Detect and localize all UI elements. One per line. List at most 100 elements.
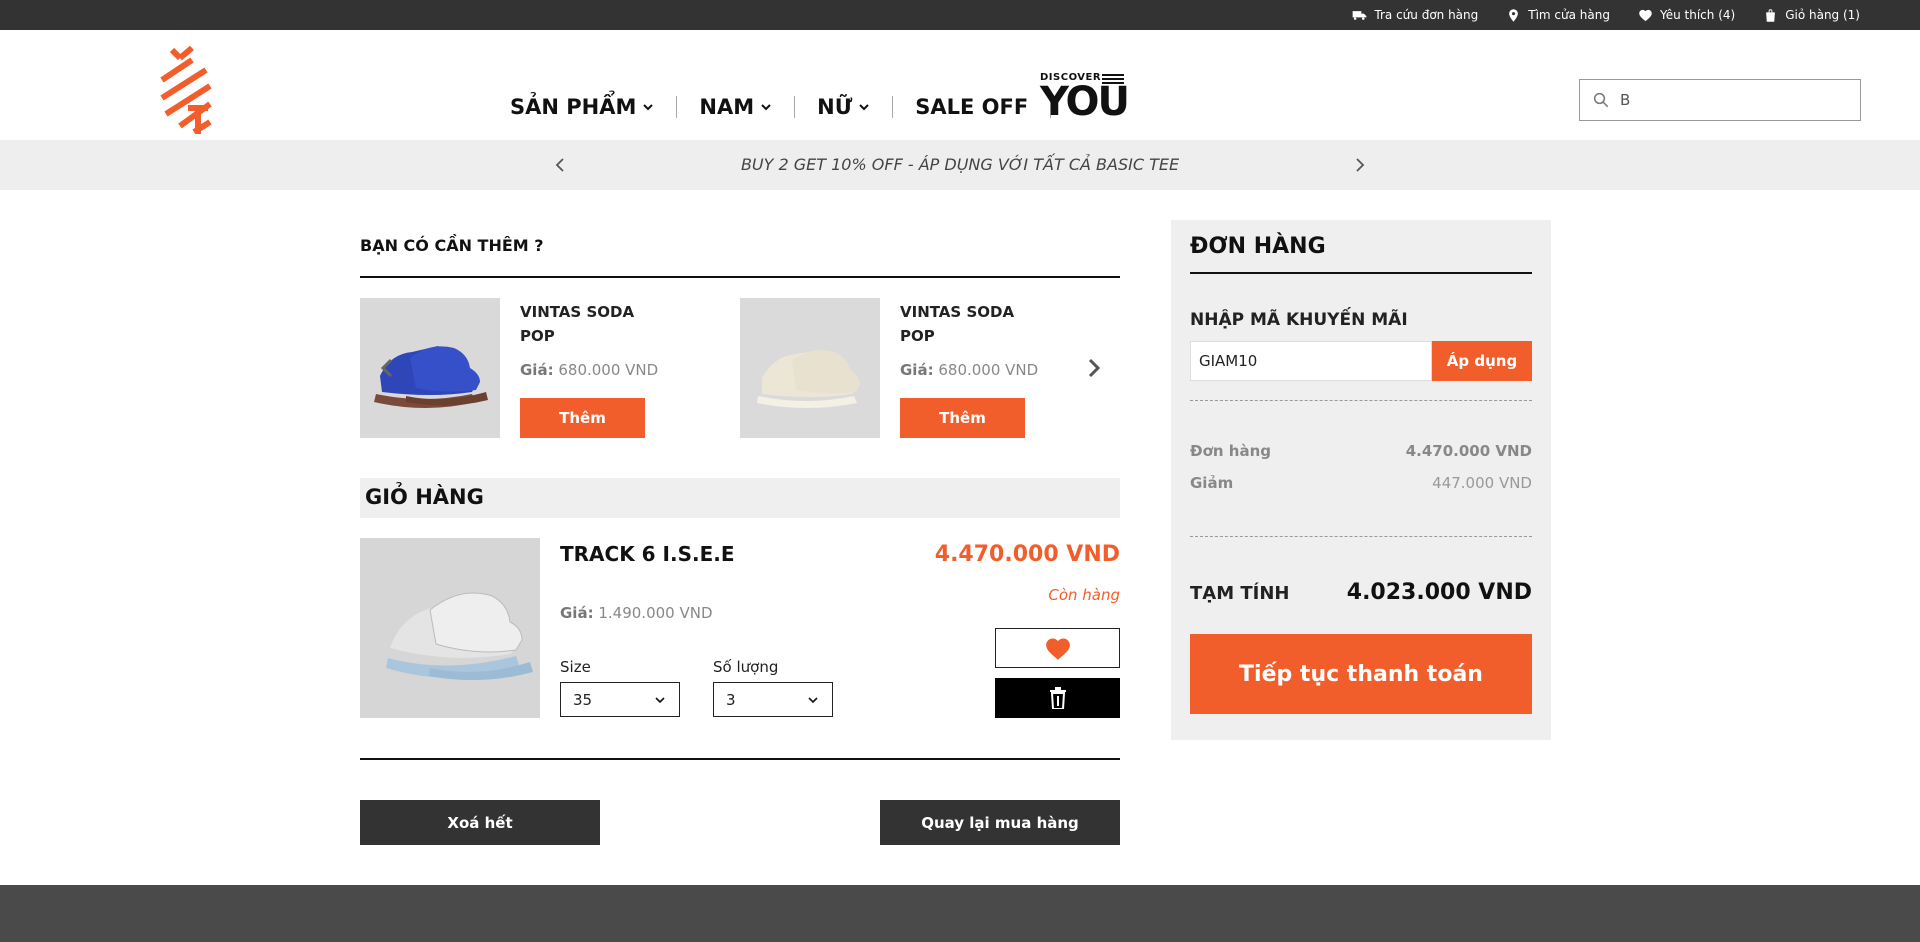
order-summary: ĐƠN HÀNG NHẬP MÃ KHUYẾN MÃI Áp dụng Đơn …: [1171, 220, 1551, 740]
map-pin-icon: [1509, 8, 1519, 22]
discover-you-logo[interactable]: DISCOVER YOU: [1040, 72, 1130, 125]
product-price: Giá: 680.000 VND: [520, 361, 658, 379]
wishlist-link[interactable]: Yêu thích (4): [1638, 8, 1735, 23]
heart-icon: [1045, 638, 1070, 660]
nav-products-label: SẢN PHẨM: [510, 95, 637, 119]
discount-label: Giảm: [1190, 474, 1234, 492]
price-label: Giá:: [520, 361, 554, 379]
cart-title: GIỎ HÀNG: [365, 485, 484, 509]
upsell-title: BẠN CÓ CẦN THÊM ?: [360, 236, 544, 255]
add-button[interactable]: Thêm: [900, 398, 1025, 438]
price-label: Giá:: [900, 361, 934, 379]
price-label: Giá:: [560, 604, 594, 622]
discover-lines: [1102, 74, 1124, 86]
chevron-down-icon: [655, 696, 665, 703]
apply-promo-button[interactable]: Áp dụng: [1432, 341, 1532, 381]
nav-products[interactable]: SẢN PHẨM: [510, 95, 654, 119]
subtotal-row: Đơn hàng 4.470.000 VND: [1190, 442, 1532, 460]
dashed-divider: [1190, 400, 1532, 401]
discount-value: 447.000 VND: [1432, 474, 1532, 492]
promo-text: BUY 2 GET 10% OFF - ÁP DỤNG VỚI TẤT CẢ B…: [740, 155, 1180, 174]
sneaker-image: [740, 298, 880, 438]
total-label: TẠM TÍNH: [1190, 583, 1290, 604]
upsell-divider: [360, 276, 1120, 278]
main-nav: SẢN PHẨM NAM NỮ SALE OFF: [510, 90, 1073, 124]
discover-big-text: YOU: [1040, 79, 1130, 125]
cart-item-name[interactable]: TRACK 6 I.S.E.E: [560, 542, 735, 566]
chevron-down-icon: [761, 104, 771, 111]
quantity-label: Số lượng: [713, 658, 779, 676]
product-price: Giá: 680.000 VND: [900, 361, 1038, 379]
carousel-prev-icon[interactable]: [375, 355, 401, 381]
cart-item-price: Giá: 1.490.000 VND: [560, 604, 713, 622]
promo-code-input[interactable]: [1190, 341, 1432, 381]
truck-icon: [1353, 10, 1367, 20]
product-name[interactable]: VINTAS SODA POP: [520, 300, 660, 348]
product-image[interactable]: [740, 298, 880, 438]
track-order-label: Tra cứu đơn hàng: [1374, 8, 1479, 22]
stock-status: Còn hàng: [1048, 586, 1120, 604]
cart-item-total: 4.470.000 VND: [934, 542, 1120, 567]
checkout-button[interactable]: Tiếp tục thanh toán: [1190, 634, 1532, 714]
footer: [0, 885, 1920, 942]
order-divider: [1190, 272, 1532, 274]
heart-icon: [1639, 9, 1652, 21]
product-name[interactable]: VINTAS SODA POP: [900, 300, 1040, 348]
search-box[interactable]: [1579, 79, 1861, 121]
nav-divider: [676, 96, 678, 118]
nav-divider: [892, 96, 894, 118]
shopping-bag-icon: [1766, 8, 1776, 22]
size-value: 35: [573, 690, 593, 709]
price-value: 680.000 VND: [938, 361, 1039, 379]
size-label: Size: [560, 658, 591, 676]
delete-button[interactable]: [995, 678, 1120, 718]
add-button[interactable]: Thêm: [520, 398, 645, 438]
find-store-link[interactable]: Tìm cửa hàng: [1506, 8, 1610, 23]
subtotal-label: Đơn hàng: [1190, 442, 1271, 460]
favorite-button[interactable]: [995, 628, 1120, 668]
sneaker-image: [360, 538, 540, 718]
nav-women-label: NỮ: [817, 95, 853, 119]
continue-shopping-button[interactable]: Quay lại mua hàng: [880, 800, 1120, 845]
nav-men[interactable]: NAM: [699, 95, 772, 119]
nav-men-label: NAM: [699, 95, 755, 119]
track-order-link[interactable]: Tra cứu đơn hàng: [1352, 8, 1478, 23]
cart-label: Giỏ hàng (1): [1785, 8, 1860, 22]
chevron-down-icon: [808, 696, 818, 703]
top-links: Tra cứu đơn hàng Tìm cửa hàng Yêu thích …: [1352, 0, 1860, 30]
nav-sale-label: SALE OFF: [915, 95, 1029, 119]
nav-divider: [794, 96, 796, 118]
brand-logo[interactable]: [158, 46, 214, 134]
subtotal-value: 4.470.000 VND: [1405, 442, 1532, 460]
find-store-label: Tìm cửa hàng: [1528, 8, 1610, 22]
size-select[interactable]: 35: [560, 682, 680, 717]
chevron-right-icon[interactable]: [1350, 155, 1370, 175]
cart-item-image[interactable]: [360, 538, 540, 718]
trash-icon: [1049, 687, 1066, 709]
clear-cart-button[interactable]: Xoá hết: [360, 800, 600, 845]
quantity-value: 3: [726, 690, 736, 709]
cart-title-bar: GIỎ HÀNG: [360, 478, 1120, 518]
price-value: 680.000 VND: [558, 361, 659, 379]
promo-bar: BUY 2 GET 10% OFF - ÁP DỤNG VỚI TẤT CẢ B…: [0, 140, 1920, 190]
promo-code-label: NHẬP MÃ KHUYẾN MÃI: [1190, 310, 1408, 330]
cart-divider: [360, 758, 1120, 760]
order-title: ĐƠN HÀNG: [1190, 234, 1326, 259]
price-value: 1.490.000 VND: [598, 604, 713, 622]
nav-sale[interactable]: SALE OFF: [915, 95, 1028, 119]
chevron-down-icon: [859, 104, 869, 111]
search-input[interactable]: [1620, 91, 1840, 109]
discount-row: Giảm 447.000 VND: [1190, 474, 1532, 492]
carousel-next-icon[interactable]: [1080, 355, 1106, 381]
upsell-product-card: VINTAS SODA POP Giá: 680.000 VND Thêm: [740, 298, 1040, 438]
nav-women[interactable]: NỮ: [817, 95, 870, 119]
total-row: TẠM TÍNH 4.023.000 VND: [1190, 580, 1532, 605]
cart-link[interactable]: Giỏ hàng (1): [1763, 8, 1860, 23]
total-value: 4.023.000 VND: [1346, 580, 1532, 605]
wishlist-label: Yêu thích (4): [1660, 8, 1736, 22]
search-icon: [1593, 92, 1609, 108]
quantity-select[interactable]: 3: [713, 682, 833, 717]
top-bar: Tra cứu đơn hàng Tìm cửa hàng Yêu thích …: [0, 0, 1920, 30]
dashed-divider: [1190, 536, 1532, 537]
header: SẢN PHẨM NAM NỮ SALE OFF DISCOVER YOU: [0, 30, 1920, 140]
